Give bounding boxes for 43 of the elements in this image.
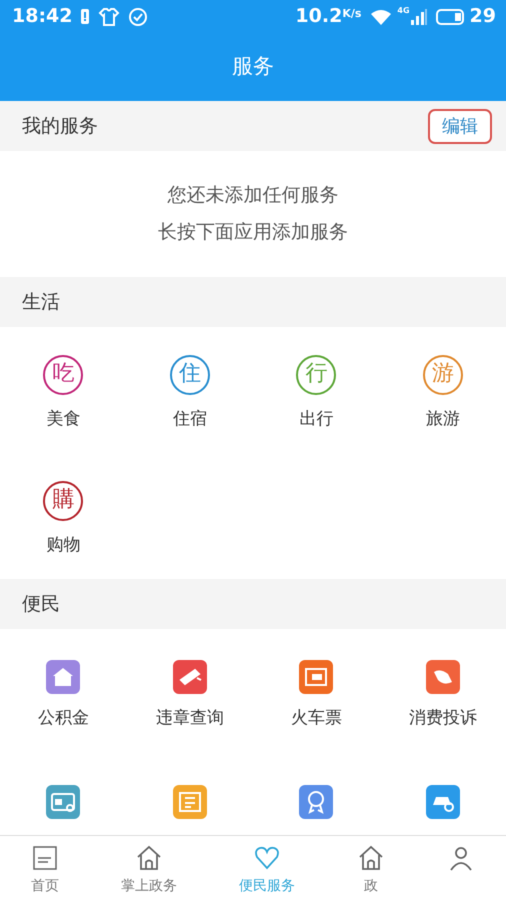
page-title: 服务 <box>232 53 274 80</box>
empty-message: 长按下面应用添加服务 <box>158 220 348 245</box>
speed-unit-text: K/s <box>342 6 362 22</box>
house-icon[interactable] <box>46 660 80 694</box>
check-circle-icon <box>128 6 148 26</box>
service-label[interactable]: 违章查询 <box>156 706 224 732</box>
stamp-icon[interactable]: 住 <box>170 355 210 395</box>
stamp-icon[interactable]: 吃 <box>43 355 84 395</box>
service-label[interactable]: 消费投诉 <box>408 706 477 732</box>
stamp-icon[interactable]: 購 <box>43 481 84 521</box>
section-title: 便民 <box>22 592 60 617</box>
signal-icon <box>410 8 428 26</box>
empty-message: 您还未添加任何服务 <box>168 183 338 208</box>
wifi-icon <box>369 8 394 26</box>
medal-icon[interactable] <box>299 785 334 819</box>
receipt-icon[interactable] <box>172 785 207 819</box>
battery-level-text: 29 <box>470 4 496 30</box>
battery-icon <box>436 8 466 24</box>
ticket-icon[interactable] <box>299 660 334 694</box>
nav-tab[interactable]: 政 <box>364 876 378 897</box>
edit-button[interactable]: 编辑 <box>428 108 492 144</box>
section-title: 我的服务 <box>22 114 98 139</box>
clock-text: 18:42 <box>12 4 72 30</box>
service-label[interactable]: 火车票 <box>290 706 342 732</box>
service-label[interactable]: 旅游 <box>426 407 460 432</box>
camera-icon[interactable] <box>172 660 207 694</box>
shirt-icon <box>98 6 120 26</box>
heart-icon[interactable] <box>253 844 281 872</box>
network-speed-text: 10.2 <box>295 4 342 30</box>
network-type-text: 4G <box>397 5 410 17</box>
home-icon[interactable] <box>357 844 385 872</box>
home-icon[interactable] <box>135 844 163 872</box>
service-label[interactable]: 公积金 <box>38 706 89 732</box>
nav-tab[interactable]: 掌上政务 <box>121 876 177 897</box>
news-icon[interactable] <box>31 844 59 872</box>
section-title: 生活 <box>22 290 60 315</box>
battery-alert-icon <box>80 8 90 25</box>
id-card-icon[interactable] <box>46 785 80 819</box>
nav-tab[interactable]: 首页 <box>31 876 59 897</box>
service-label[interactable]: 美食 <box>46 407 80 432</box>
service-label[interactable]: 购物 <box>46 533 80 558</box>
service-label[interactable]: 出行 <box>299 407 334 432</box>
service-label[interactable]: 住宿 <box>172 407 207 432</box>
